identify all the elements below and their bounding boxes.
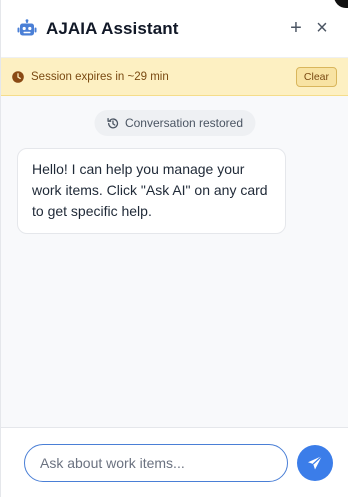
new-chat-button[interactable]: + (284, 17, 308, 41)
conversation-restored-text: Conversation restored (124, 116, 244, 130)
send-button[interactable] (297, 444, 333, 481)
session-banner: Session expires in ~29 min Clear (1, 58, 348, 96)
assistant-panel: AJAIA Assistant + × Session expires in ~… (0, 0, 348, 497)
send-icon (308, 455, 323, 469)
history-icon (106, 117, 119, 130)
panel-header: AJAIA Assistant + × (1, 0, 348, 58)
clear-session-button[interactable]: Clear (295, 66, 337, 87)
chat-area[interactable]: Conversation restored Hello! I can help … (1, 96, 348, 427)
session-expiry-text: Session expires in ~29 min (31, 70, 169, 83)
close-button[interactable]: × (310, 17, 334, 41)
clock-icon (12, 70, 24, 83)
assistant-message: Hello! I can help you manage your work i… (17, 148, 286, 234)
robot-icon (16, 18, 38, 40)
conversation-restored-badge: Conversation restored (93, 110, 256, 136)
composer (1, 427, 348, 497)
message-input[interactable] (24, 443, 288, 482)
panel-title: AJAIA Assistant (46, 18, 179, 38)
